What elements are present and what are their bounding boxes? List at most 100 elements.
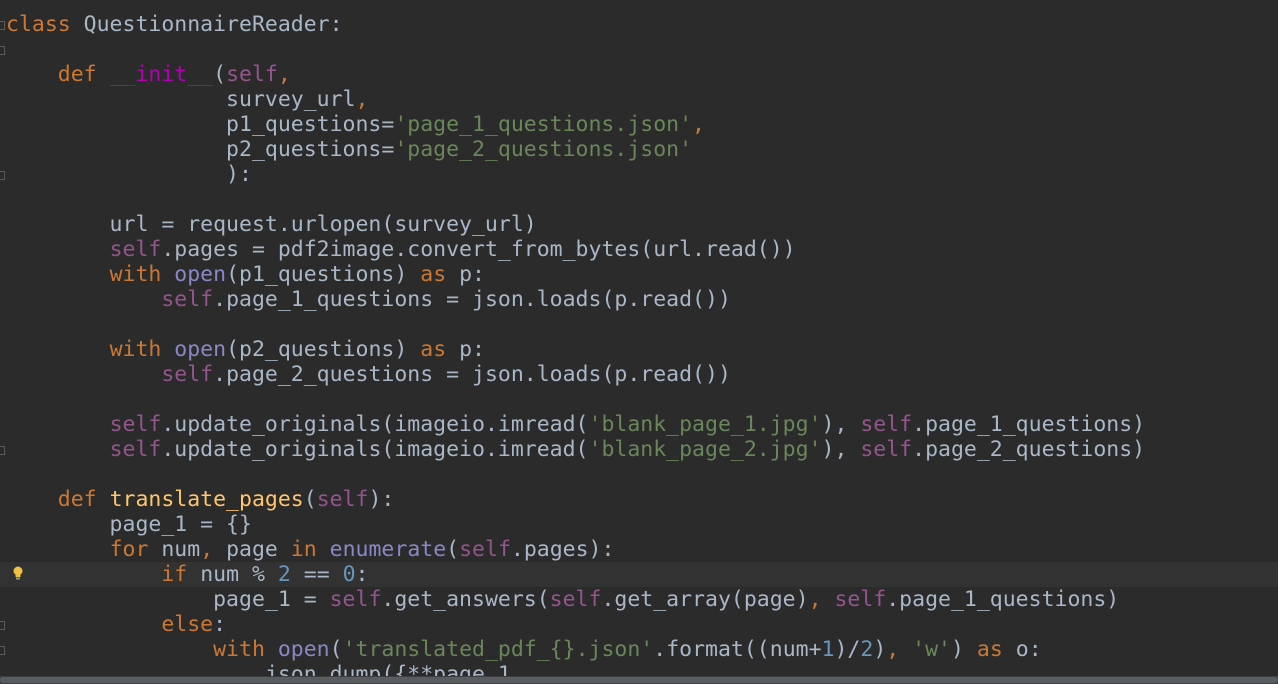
code-token: 'page_1_questions.json': [394, 112, 693, 137]
fold-marker-icon[interactable]: [0, 621, 5, 630]
code-token: .pages = pdf2image.convert_from_bytes(ur…: [161, 237, 796, 262]
code-token: if: [161, 562, 201, 587]
code-token: self: [109, 412, 162, 437]
code-token: p:: [459, 262, 485, 287]
code-token: else: [161, 612, 214, 637]
code-token: enumerate: [329, 537, 447, 562]
code-token: in: [290, 537, 330, 562]
code-token: .page_2_questions): [912, 437, 1146, 462]
code-text: self.pages = pdf2image.convert_from_byte…: [6, 237, 796, 262]
code-token: open: [174, 337, 227, 362]
code-text: for num, page in enumerate(self.pages):: [6, 537, 615, 562]
fold-marker-icon[interactable]: [0, 171, 5, 180]
code-token: as: [976, 637, 1016, 662]
code-token: translate_pages: [109, 487, 304, 512]
code-token: self: [161, 287, 214, 312]
code-token: (p1_questions): [226, 262, 421, 287]
code-text: self.page_2_questions = json.loads(p.rea…: [6, 362, 731, 387]
code-token: as: [420, 337, 460, 362]
code-text: def translate_pages(self):: [6, 487, 395, 512]
code-token: page: [226, 537, 291, 562]
code-token: 2: [277, 562, 304, 587]
code-token: 'blank_page_1.jpg': [588, 412, 822, 437]
code-token: ),: [821, 437, 861, 462]
code-token: page_1 =: [6, 587, 330, 612]
code-token: (: [446, 537, 460, 562]
code-text: page_1 = {}: [6, 512, 252, 537]
code-token: ,: [355, 87, 369, 112]
code-token: 'page_2_questions.json': [394, 137, 693, 162]
code-token: ):: [6, 162, 252, 187]
code-token: (: [329, 637, 343, 662]
code-token: .page_1_questions = json.loads(p.read()): [213, 287, 731, 312]
code-text: def __init__(self,: [6, 62, 291, 87]
code-token: (: [213, 62, 227, 87]
code-token: open: [277, 637, 330, 662]
code-token: .page_2_questions = json.loads(p.read()): [213, 362, 731, 387]
code-text: survey_url,: [6, 87, 368, 112]
code-text: self.page_1_questions = json.loads(p.rea…: [6, 287, 731, 312]
code-token: .page_1_questions): [886, 587, 1120, 612]
code-token: self: [161, 362, 214, 387]
code-token: 0: [342, 562, 356, 587]
code-token: ):: [368, 487, 395, 512]
code-line[interactable]: if num % 2 == 0:: [0, 562, 1278, 587]
code-token: o:: [1015, 637, 1042, 662]
code-token: self: [109, 237, 162, 262]
code-token: .update_originals(imageio.imread(: [161, 437, 589, 462]
code-token: for: [109, 537, 162, 562]
code-token: self: [109, 437, 162, 462]
code-token: p2_questions=: [6, 137, 395, 162]
lightbulb-icon[interactable]: [12, 566, 24, 581]
code-token: page_1 = {}: [6, 512, 252, 537]
code-text: ):: [6, 162, 252, 187]
code-token: 2: [860, 637, 874, 662]
code-text: else:: [6, 612, 226, 637]
code-text: with open(p1_questions) as p:: [6, 262, 485, 287]
code-token: self: [226, 62, 278, 87]
code-token: self: [459, 537, 511, 562]
code-token: num %: [200, 562, 278, 587]
code-token: ),: [821, 412, 861, 437]
code-token: 1: [821, 637, 835, 662]
code-token: self: [834, 587, 887, 612]
code-token: ,: [277, 62, 291, 87]
fold-marker-icon[interactable]: [0, 21, 5, 30]
code-token: .pages):: [510, 537, 615, 562]
code-token: ,: [886, 637, 913, 662]
code-token: 'blank_page_2.jpg': [588, 437, 822, 462]
code-token: as: [420, 262, 460, 287]
code-token: .get_answers(: [381, 587, 550, 612]
code-token: )/: [834, 637, 861, 662]
code-token: ): [873, 637, 887, 662]
code-token: num: [161, 537, 201, 562]
code-token: .format((num+: [653, 637, 822, 662]
code-text: if num % 2 == 0:: [6, 562, 368, 587]
code-token: .get_array(page): [601, 587, 809, 612]
horizontal-scrollbar[interactable]: [0, 676, 1278, 684]
code-token: ==: [303, 562, 343, 587]
code-text: p2_questions='page_2_questions.json': [6, 137, 692, 162]
code-token: ): [951, 637, 977, 662]
code-token: (p2_questions): [226, 337, 421, 362]
code-editor[interactable]: class QuestionnaireReader: def __init__(…: [0, 0, 1278, 684]
fold-marker-icon[interactable]: [0, 46, 5, 55]
fold-marker-icon[interactable]: [0, 646, 5, 655]
code-token: 'translated_pdf_{}.json': [342, 637, 654, 662]
code-token: .page_1_questions): [912, 412, 1146, 437]
code-token: self: [329, 587, 382, 612]
code-text: with open(p2_questions) as p:: [6, 337, 485, 362]
code-token: open: [174, 262, 227, 287]
scrollbar-thumb[interactable]: [0, 677, 1278, 683]
fold-marker-icon[interactable]: [0, 446, 5, 455]
code-text: page_1 = self.get_answers(self.get_array…: [6, 587, 1119, 612]
